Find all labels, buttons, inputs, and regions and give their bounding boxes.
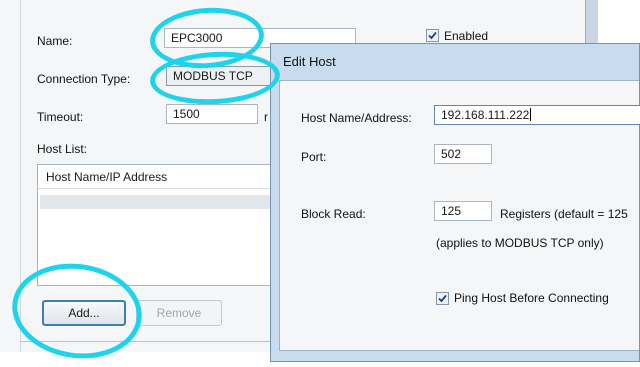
remove-button[interactable]: Remove (136, 300, 222, 326)
host-list-header[interactable]: Host Name/IP Address (38, 165, 276, 189)
check-icon (438, 294, 447, 303)
timeout-label: Timeout: (37, 110, 84, 124)
name-label: Name: (37, 34, 73, 48)
ping-host-checkbox[interactable] (436, 292, 449, 305)
ping-host-label: Ping Host Before Connecting (454, 291, 609, 305)
port-field[interactable]: 502 (434, 144, 492, 164)
host-name-value: 192.168.111.222 (441, 108, 530, 122)
block-read-field[interactable]: 125 (434, 201, 492, 221)
text-caret (530, 108, 532, 121)
host-list-label: Host List: (37, 142, 88, 156)
port-label: Port: (301, 150, 327, 164)
dialog-title: Edit Host (283, 54, 336, 69)
check-icon (428, 31, 437, 40)
host-list-row[interactable] (40, 195, 276, 209)
applies-note: (applies to MODBUS TCP only) (436, 236, 604, 250)
edit-host-dialog: Edit Host Host Name/Address: 192.168.111… (270, 43, 640, 362)
host-name-label: Host Name/Address: (301, 111, 412, 125)
timeout-unit-label: r (264, 110, 268, 124)
timeout-field[interactable]: 1500 (166, 104, 258, 124)
enabled-label: Enabled (444, 29, 489, 43)
connection-type-label: Connection Type: (37, 72, 131, 86)
enabled-checkbox[interactable] (426, 29, 439, 42)
block-read-label: Block Read: (301, 207, 366, 221)
dialog-body: Host Name/Address: 192.168.111.222 Port:… (279, 80, 640, 351)
host-name-field[interactable]: 192.168.111.222 (434, 105, 640, 125)
registers-default-note: Registers (default = 125 (500, 207, 628, 221)
